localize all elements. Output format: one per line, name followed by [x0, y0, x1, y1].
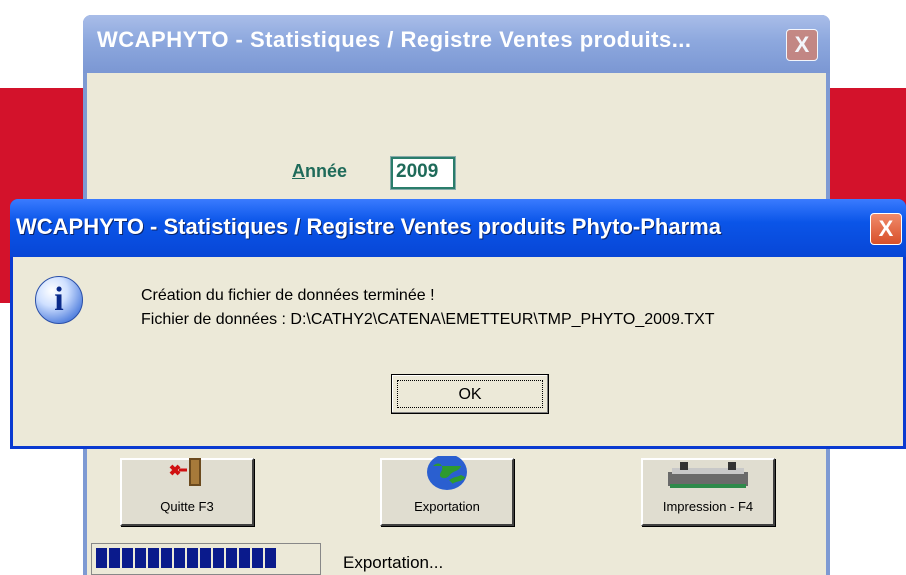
quit-button-label: Quitte F3	[160, 499, 214, 514]
progress-bar	[91, 543, 321, 575]
quit-button[interactable]: Quitte F3	[120, 458, 254, 526]
ok-button[interactable]: OK	[391, 374, 549, 414]
dialog-message-line2: Fichier de données : D:\CATHY2\CATENA\EM…	[141, 311, 715, 328]
print-button[interactable]: Impression - F4	[641, 458, 775, 526]
progress-segment	[96, 548, 107, 568]
progress-segment	[200, 548, 211, 568]
dialog-title: WCAPHYTO - Statistiques / Registre Vente…	[16, 214, 721, 239]
progress-segment	[226, 548, 237, 568]
export-button[interactable]: Exportation	[380, 456, 514, 526]
progress-segment	[252, 548, 263, 568]
year-label-accel: A	[292, 161, 305, 181]
ok-button-label: OK	[397, 380, 543, 408]
year-label-rest: nnée	[305, 161, 348, 181]
info-dialog: WCAPHYTO - Statistiques / Registre Vente…	[10, 199, 906, 449]
progress-segment	[161, 548, 172, 568]
dialog-message-line1: Création du fichier de données terminée …	[141, 287, 435, 304]
progress-segment	[148, 548, 159, 568]
progress-segment	[213, 548, 224, 568]
progress-segment	[109, 548, 120, 568]
printer-icon	[668, 462, 748, 488]
dialog-client: i Création du fichier de données terminé…	[13, 257, 903, 446]
dialog-close-button[interactable]: X	[870, 213, 902, 245]
progress-segment	[239, 548, 250, 568]
progress-segment	[135, 548, 146, 568]
progress-segment	[122, 548, 133, 568]
progress-segment	[187, 548, 198, 568]
progress-segment	[174, 548, 185, 568]
print-button-label: Impression - F4	[662, 499, 754, 514]
export-button-label: Exportation	[414, 499, 480, 514]
globe-icon	[427, 456, 467, 490]
exit-door-icon	[169, 458, 201, 486]
info-icon: i	[35, 276, 83, 324]
main-window-close-button[interactable]: X	[786, 29, 818, 61]
dialog-titlebar[interactable]: WCAPHYTO - Statistiques / Registre Vente…	[10, 199, 906, 257]
main-window-titlebar[interactable]: WCAPHYTO - Statistiques / Registre Vente…	[83, 15, 830, 73]
main-window-title: WCAPHYTO - Statistiques / Registre Vente…	[97, 27, 692, 52]
year-input[interactable]: 2009	[390, 156, 456, 190]
year-label: Année	[292, 161, 347, 182]
progress-segment	[265, 548, 276, 568]
progress-status-text: Exportation...	[343, 553, 444, 572]
